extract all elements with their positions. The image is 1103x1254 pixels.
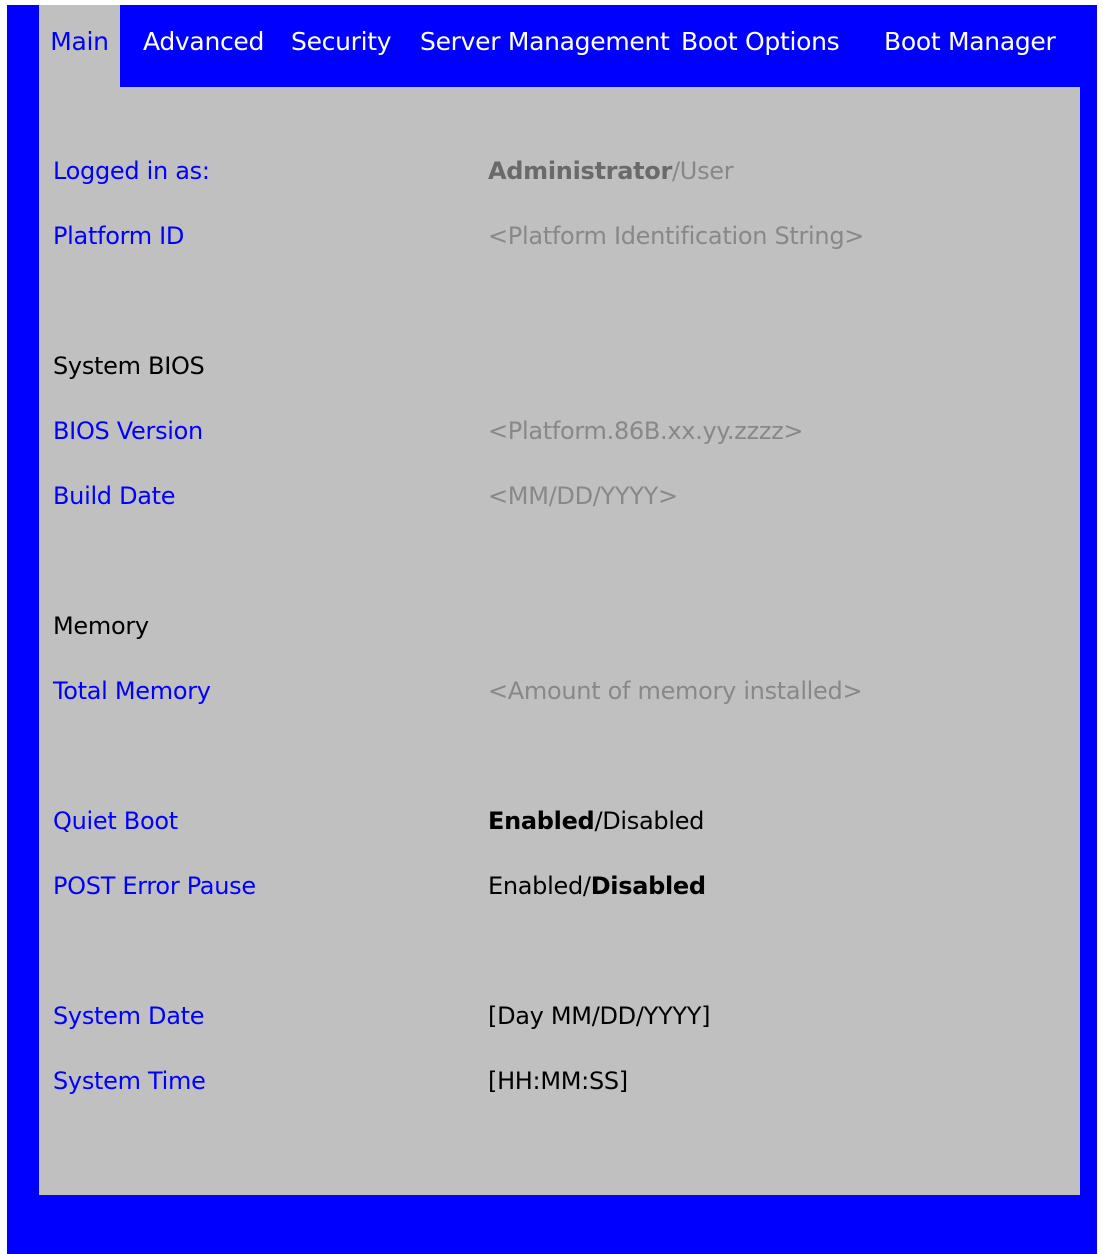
main-panel: Logged in as: Administrator/User Platfor… bbox=[39, 87, 1080, 1195]
logged-in-as-value: Administrator/User bbox=[488, 157, 734, 185]
post-error-pause-option-disabled: Disabled bbox=[590, 872, 706, 900]
bios-version-label: BIOS Version bbox=[53, 417, 203, 445]
total-memory-label: Total Memory bbox=[53, 677, 211, 705]
system-bios-heading: System BIOS bbox=[53, 352, 205, 380]
post-error-pause-setting[interactable]: Enabled/Disabled bbox=[488, 872, 706, 900]
system-date-label[interactable]: System Date bbox=[53, 1002, 205, 1030]
post-error-pause-separator: / bbox=[582, 872, 591, 900]
platform-id-value: <Platform Identification String> bbox=[488, 222, 865, 250]
post-error-pause-label[interactable]: POST Error Pause bbox=[53, 872, 256, 900]
logged-in-other: User bbox=[679, 157, 734, 185]
tab-boot-manager[interactable]: Boot Manager bbox=[884, 5, 1056, 87]
quiet-boot-option-disabled: Disabled bbox=[602, 807, 705, 835]
tab-advanced[interactable]: Advanced bbox=[143, 5, 264, 87]
system-time-label[interactable]: System Time bbox=[53, 1067, 206, 1095]
quiet-boot-option-enabled: Enabled bbox=[488, 807, 595, 835]
build-date-value: <MM/DD/YYYY> bbox=[488, 482, 678, 510]
tab-bar: Main Advanced Security Server Management… bbox=[7, 5, 1097, 87]
build-date-label: Build Date bbox=[53, 482, 176, 510]
logged-in-separator: / bbox=[672, 157, 680, 185]
quiet-boot-setting[interactable]: Enabled/Disabled bbox=[488, 807, 704, 835]
total-memory-value: <Amount of memory installed> bbox=[488, 677, 863, 705]
tab-security[interactable]: Security bbox=[291, 5, 392, 87]
tab-boot-options[interactable]: Boot Options bbox=[681, 5, 840, 87]
platform-id-label: Platform ID bbox=[53, 222, 185, 250]
bios-setup-window: Main Advanced Security Server Management… bbox=[7, 5, 1097, 1254]
tab-server-management[interactable]: Server Management bbox=[420, 5, 670, 87]
memory-heading: Memory bbox=[53, 612, 149, 640]
bios-version-value: <Platform.86B.xx.yy.zzzz> bbox=[488, 417, 804, 445]
logged-in-current: Administrator bbox=[488, 157, 672, 185]
system-time-field[interactable]: [HH:MM:SS] bbox=[488, 1067, 628, 1095]
quiet-boot-label[interactable]: Quiet Boot bbox=[53, 807, 178, 835]
system-date-field[interactable]: [Day MM/DD/YYYY] bbox=[488, 1002, 710, 1030]
logged-in-as-label: Logged in as: bbox=[53, 157, 210, 185]
post-error-pause-option-enabled: Enabled bbox=[488, 872, 583, 900]
tab-main[interactable]: Main bbox=[39, 5, 120, 87]
